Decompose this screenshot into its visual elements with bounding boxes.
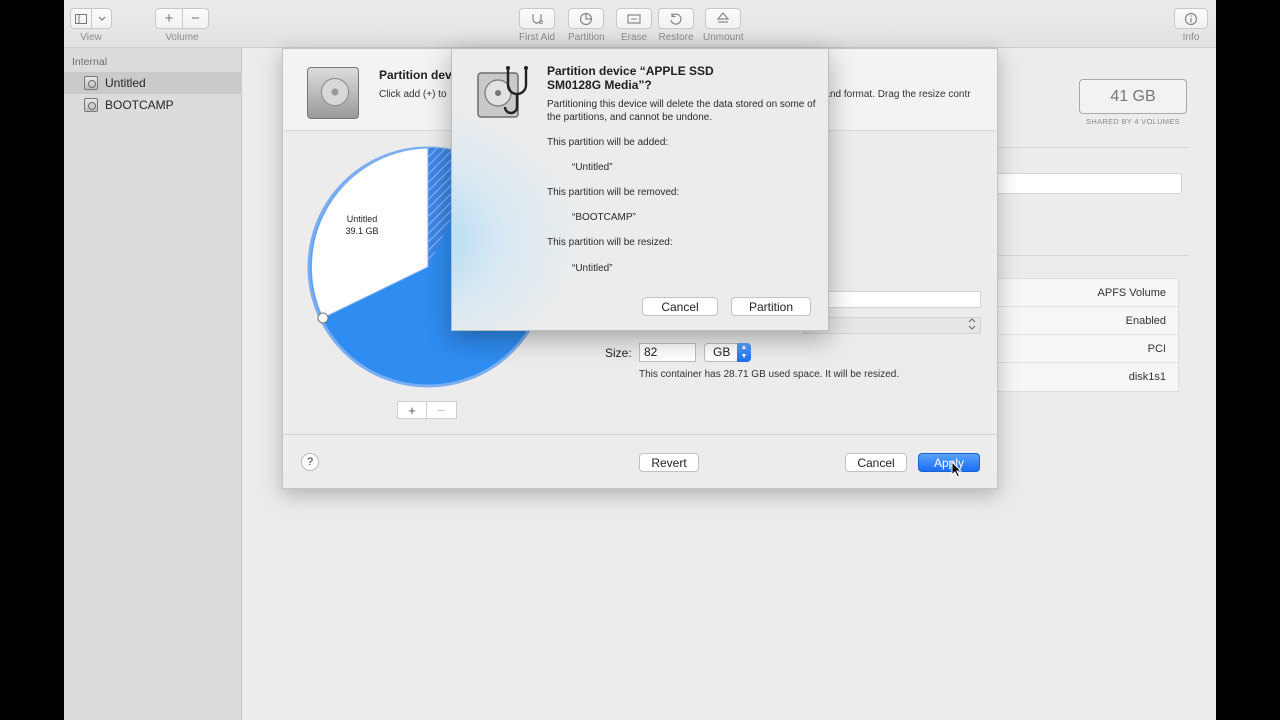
sidebar-item-untitled[interactable]: Untitled [64, 72, 241, 94]
resize-handle[interactable] [317, 312, 329, 324]
revert-button[interactable]: Revert [639, 453, 699, 472]
sidebar-item-bootcamp[interactable]: BOOTCAMP [64, 94, 241, 116]
divider [973, 147, 1189, 148]
unmount-group[interactable]: Unmount [703, 8, 744, 43]
disk-icon [84, 76, 98, 90]
format-select[interactable] [803, 317, 981, 334]
volume-group: + − Volume [155, 8, 209, 43]
unmount-label: Unmount [703, 32, 744, 43]
chevron-down-icon [98, 16, 105, 21]
restore-label: Restore [658, 32, 694, 43]
pie-label-size: 39.1 GB [345, 226, 378, 236]
size-label: Size: [605, 346, 632, 360]
hard-disk-icon [307, 67, 359, 119]
partition-label: Partition [568, 32, 605, 43]
partition-group[interactable]: Partition [568, 8, 605, 43]
restore-icon [670, 12, 682, 25]
mouse-cursor-icon [951, 461, 963, 478]
sidebar-item-label: Untitled [105, 76, 146, 90]
alert-title: Partition device “APPLE SSD SM0128G Medi… [547, 64, 714, 92]
alert-partition-button[interactable]: Partition [731, 297, 811, 316]
alert-message: Partitioning this device will delete the… [547, 99, 816, 123]
volume-label: Volume [165, 32, 199, 43]
updown-chevron-icon: ▲ ▼ [737, 343, 751, 362]
usage-bar [982, 173, 1182, 194]
sidebar-header: Internal [72, 56, 108, 68]
divider [973, 255, 1189, 256]
erase-button[interactable] [616, 8, 652, 29]
removed-heading: This partition will be removed: [547, 187, 680, 198]
sheet-cancel-button[interactable]: Cancel [845, 453, 907, 472]
add-volume-button[interactable]: + [155, 8, 183, 29]
info-icon [1184, 12, 1198, 25]
capacity-subtitle: SHARED BY 4 VOLUMES [1086, 117, 1180, 126]
sidebar-icon [75, 13, 87, 24]
first-aid-label: First Aid [519, 32, 556, 43]
eraser-icon [627, 13, 641, 24]
resize-note: This container has 28.71 GB used space. … [639, 369, 900, 380]
sidebar-toggle-button[interactable] [70, 8, 92, 29]
unit-select[interactable]: GB ▲ ▼ [704, 343, 751, 362]
remove-volume-button[interactable]: − [183, 8, 209, 29]
disk-utility-icon [477, 66, 528, 118]
confirm-partition-alert: Partition device “APPLE SSD SM0128G Medi… [451, 48, 829, 331]
resized-name: “Untitled” [572, 263, 613, 274]
erase-label: Erase [620, 32, 648, 43]
erase-group[interactable]: Erase [616, 8, 652, 43]
add-partition-button[interactable]: + [397, 401, 427, 419]
unmount-button[interactable] [705, 8, 742, 29]
sidebar: Internal Untitled BOOTCAMP [64, 48, 242, 720]
sidebar-item-label: BOOTCAMP [105, 98, 174, 112]
view-label: View [80, 32, 102, 43]
added-name: “Untitled” [572, 162, 613, 173]
added-heading: This partition will be added: [547, 137, 669, 148]
partition-add-remove: + − [397, 401, 457, 419]
info-button[interactable] [1174, 8, 1208, 29]
restore-group[interactable]: Restore [658, 8, 694, 43]
apply-button[interactable]: Apply [918, 453, 980, 472]
capacity-box: 41 GB [1079, 79, 1187, 114]
pie-icon [580, 12, 593, 25]
sheet-title: Partition dev [379, 68, 452, 82]
updown-chevron-icon [968, 318, 976, 330]
first-aid-button[interactable] [519, 8, 556, 29]
restore-button[interactable] [658, 8, 694, 29]
pie-label-name: Untitled [347, 214, 378, 224]
help-button[interactable]: ? [301, 453, 319, 471]
info-group[interactable]: Info [1174, 8, 1208, 43]
first-aid-group[interactable]: First Aid [519, 8, 555, 43]
unit-value: GB [713, 345, 731, 359]
view-group: View [70, 8, 112, 43]
remove-partition-button[interactable]: − [427, 401, 457, 419]
removed-name: “BOOTCAMP” [572, 212, 636, 223]
divider [283, 434, 997, 435]
partition-button[interactable] [568, 8, 605, 29]
alert-cancel-button[interactable]: Cancel [642, 297, 718, 316]
view-menu-button[interactable] [92, 8, 112, 29]
name-field[interactable] [803, 291, 981, 308]
eject-icon [717, 11, 730, 23]
stethoscope-icon [532, 13, 544, 24]
size-input[interactable]: 82 [639, 343, 696, 362]
info-label: Info [1182, 32, 1200, 43]
toolbar: View + − Volume First Aid Partition Eras… [64, 0, 1216, 48]
resized-heading: This partition will be resized: [547, 237, 673, 248]
disk-icon [84, 98, 98, 112]
